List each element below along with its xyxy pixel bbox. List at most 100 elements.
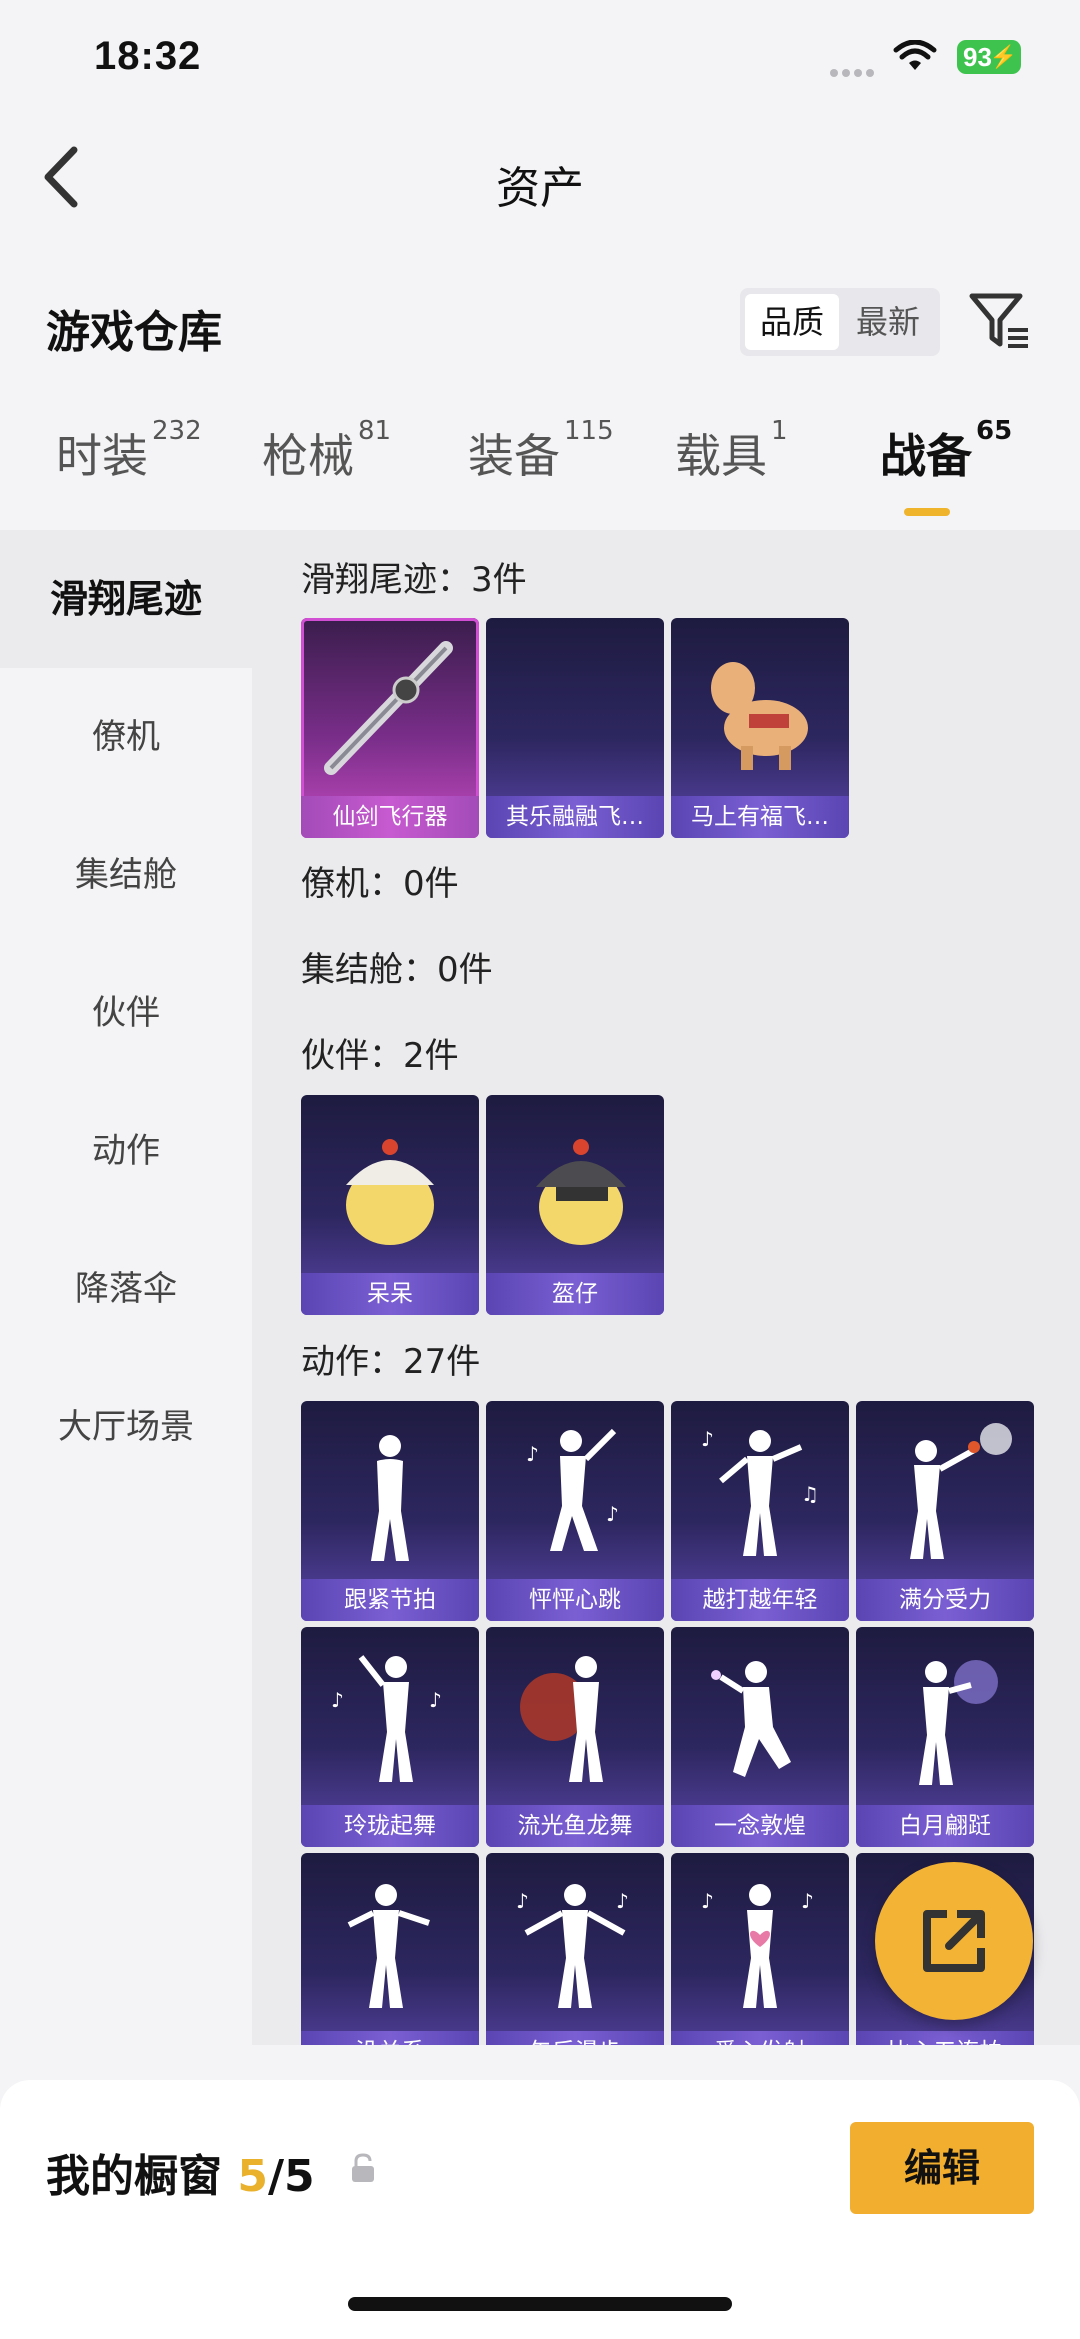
- tab-equipment[interactable]: 装备 115: [468, 416, 614, 486]
- wifi-icon: [893, 40, 937, 70]
- tab-count: 81: [358, 416, 392, 446]
- dancer-icon: ♪♪: [331, 1655, 442, 1782]
- svg-text:♪: ♪: [516, 1889, 529, 1913]
- item-label: 盔仔: [486, 1273, 664, 1315]
- page-title: 资产: [496, 163, 584, 214]
- section-emote-title: 动作：27件: [301, 1342, 481, 1382]
- showcase-title: 我的橱窗: [46, 2151, 222, 2202]
- tab-count: 65: [976, 416, 1013, 446]
- tab-count: 1: [771, 416, 788, 446]
- share-button[interactable]: [875, 1862, 1033, 2020]
- sidebar-item-parachute[interactable]: 降落伞: [0, 1220, 252, 1358]
- charging-icon: ⚡: [989, 44, 1017, 69]
- lock-icon: [352, 2153, 374, 2182]
- item-card[interactable]: ♪♪ 爱心发射: [671, 1853, 849, 2045]
- tab-guns[interactable]: 枪械 81: [262, 416, 391, 486]
- item-card[interactable]: ♪♪ 午后漫步: [486, 1853, 664, 2045]
- item-card[interactable]: 满分受力: [856, 1401, 1034, 1621]
- dancer-icon: [910, 1423, 1012, 1559]
- svg-text:♪: ♪: [526, 1442, 539, 1466]
- item-card[interactable]: ♪ ♫ 越打越年轻: [671, 1401, 849, 1621]
- dancer-icon: ♪♪: [701, 1884, 814, 2008]
- sort-latest-button[interactable]: 最新: [841, 294, 935, 350]
- tab-label: 装备: [468, 429, 560, 483]
- item-card[interactable]: ♪ ♪ 玲珑起舞: [301, 1627, 479, 1847]
- item-card[interactable]: 白月翩跹: [856, 1627, 1034, 1847]
- svg-text:♪: ♪: [616, 1889, 629, 1913]
- status-time: 18:32: [94, 34, 202, 78]
- section-partner-title: 伙伴：2件: [301, 1036, 459, 1076]
- active-tab-indicator: [904, 508, 950, 516]
- item-card[interactable]: 马上有福飞…: [671, 618, 849, 838]
- item-label: 没关系: [301, 2031, 479, 2045]
- item-label: 怦怦心跳: [486, 1579, 664, 1621]
- sidebar-item-emote[interactable]: 动作: [0, 1082, 252, 1220]
- item-grid: 滑翔尾迹：3件 仙剑飞行器 其乐融融飞… 马上有福飞… 僚机：0件 集结舱：0件…: [252, 530, 1080, 2045]
- edit-button[interactable]: 编辑: [850, 2122, 1034, 2214]
- sort-toggle: 品质 最新: [740, 288, 940, 356]
- filter-icon[interactable]: [968, 290, 1032, 354]
- sword-icon: [324, 641, 453, 775]
- category-tabs: 时装 232 枪械 81 装备 115 载具 1 战备 65: [0, 416, 1080, 520]
- svg-text:♪: ♪: [429, 1688, 442, 1712]
- tab-label: 时装: [56, 429, 148, 483]
- tab-count: 115: [564, 416, 614, 446]
- tab-label: 战备: [880, 429, 972, 483]
- item-label: 玲珑起舞: [301, 1805, 479, 1847]
- item-label: 一念敦煌: [671, 1805, 849, 1847]
- dancer-icon: [520, 1656, 603, 1782]
- item-card[interactable]: 呆呆: [301, 1095, 479, 1315]
- sidebar-item-trail[interactable]: 滑翔尾迹: [0, 530, 252, 668]
- tab-label: 枪械: [262, 429, 354, 483]
- item-card[interactable]: 没关系: [301, 1853, 479, 2045]
- item-card[interactable]: 其乐融融飞…: [486, 618, 664, 838]
- item-card[interactable]: 跟紧节拍: [301, 1401, 479, 1621]
- item-card[interactable]: 流光鱼龙舞: [486, 1627, 664, 1847]
- sidebar: 滑翔尾迹 僚机 集结舱 伙伴 动作 降落伞 大厅场景: [0, 530, 252, 2045]
- item-card[interactable]: ♪ ♪ 怦怦心跳: [486, 1401, 664, 1621]
- dancer-icon: [371, 1435, 409, 1561]
- svg-text:♪: ♪: [701, 1427, 714, 1451]
- item-label: 爱心发射: [671, 2031, 849, 2045]
- warehouse-title: 游戏仓库: [46, 307, 222, 358]
- sidebar-item-wingman[interactable]: 僚机: [0, 668, 252, 806]
- dancer-icon: [347, 1884, 430, 2008]
- dancer-icon: [919, 1660, 998, 1785]
- item-label: 午后漫步: [486, 2031, 664, 2045]
- sort-quality-button[interactable]: 品质: [745, 294, 839, 350]
- item-label: 跟紧节拍: [301, 1579, 479, 1621]
- svg-text:♫: ♫: [801, 1482, 819, 1506]
- item-label: 马上有福飞…: [671, 796, 849, 838]
- item-label: 流光鱼龙舞: [486, 1805, 664, 1847]
- sidebar-item-lobby[interactable]: 大厅场景: [0, 1358, 252, 1496]
- signal-icon: [830, 62, 880, 77]
- battery-level: 93: [963, 42, 992, 72]
- item-label: 比心五连拍: [856, 2031, 1034, 2045]
- item-card[interactable]: 仙剑飞行器: [301, 618, 479, 838]
- dancer-icon: [711, 1661, 791, 1777]
- helmet-chick-icon: [536, 1139, 626, 1245]
- share-icon: [923, 1910, 985, 1972]
- dancer-icon: ♪♪: [516, 1884, 629, 2008]
- tab-count: 232: [152, 416, 202, 446]
- tab-vehicles[interactable]: 载具 1: [675, 416, 788, 486]
- item-label: 满分受力: [856, 1579, 1034, 1621]
- item-label: 其乐融融飞…: [486, 796, 664, 838]
- tab-fashion[interactable]: 时装 232: [56, 416, 202, 486]
- svg-text:♪: ♪: [331, 1688, 344, 1712]
- item-card[interactable]: 盔仔: [486, 1095, 664, 1315]
- svg-text:♪: ♪: [606, 1502, 619, 1526]
- battery-indicator: 93 ⚡: [957, 40, 1021, 74]
- dancer-icon: ♪♫: [701, 1427, 819, 1556]
- sidebar-item-partner[interactable]: 伙伴: [0, 944, 252, 1082]
- svg-text:♪: ♪: [701, 1889, 714, 1913]
- item-label: 呆呆: [301, 1273, 479, 1315]
- item-card[interactable]: 一念敦煌: [671, 1627, 849, 1847]
- sidebar-item-capsule[interactable]: 集结舱: [0, 806, 252, 944]
- home-indicator: [348, 2297, 732, 2311]
- horse-toy-icon: [711, 662, 808, 770]
- section-trail-title: 滑翔尾迹：3件: [301, 560, 527, 600]
- tab-gear[interactable]: 战备 65: [880, 416, 1012, 486]
- status-bar: 18:32 93 ⚡: [0, 0, 1080, 120]
- showcase-label: 我的橱窗 5/5: [46, 2140, 315, 2204]
